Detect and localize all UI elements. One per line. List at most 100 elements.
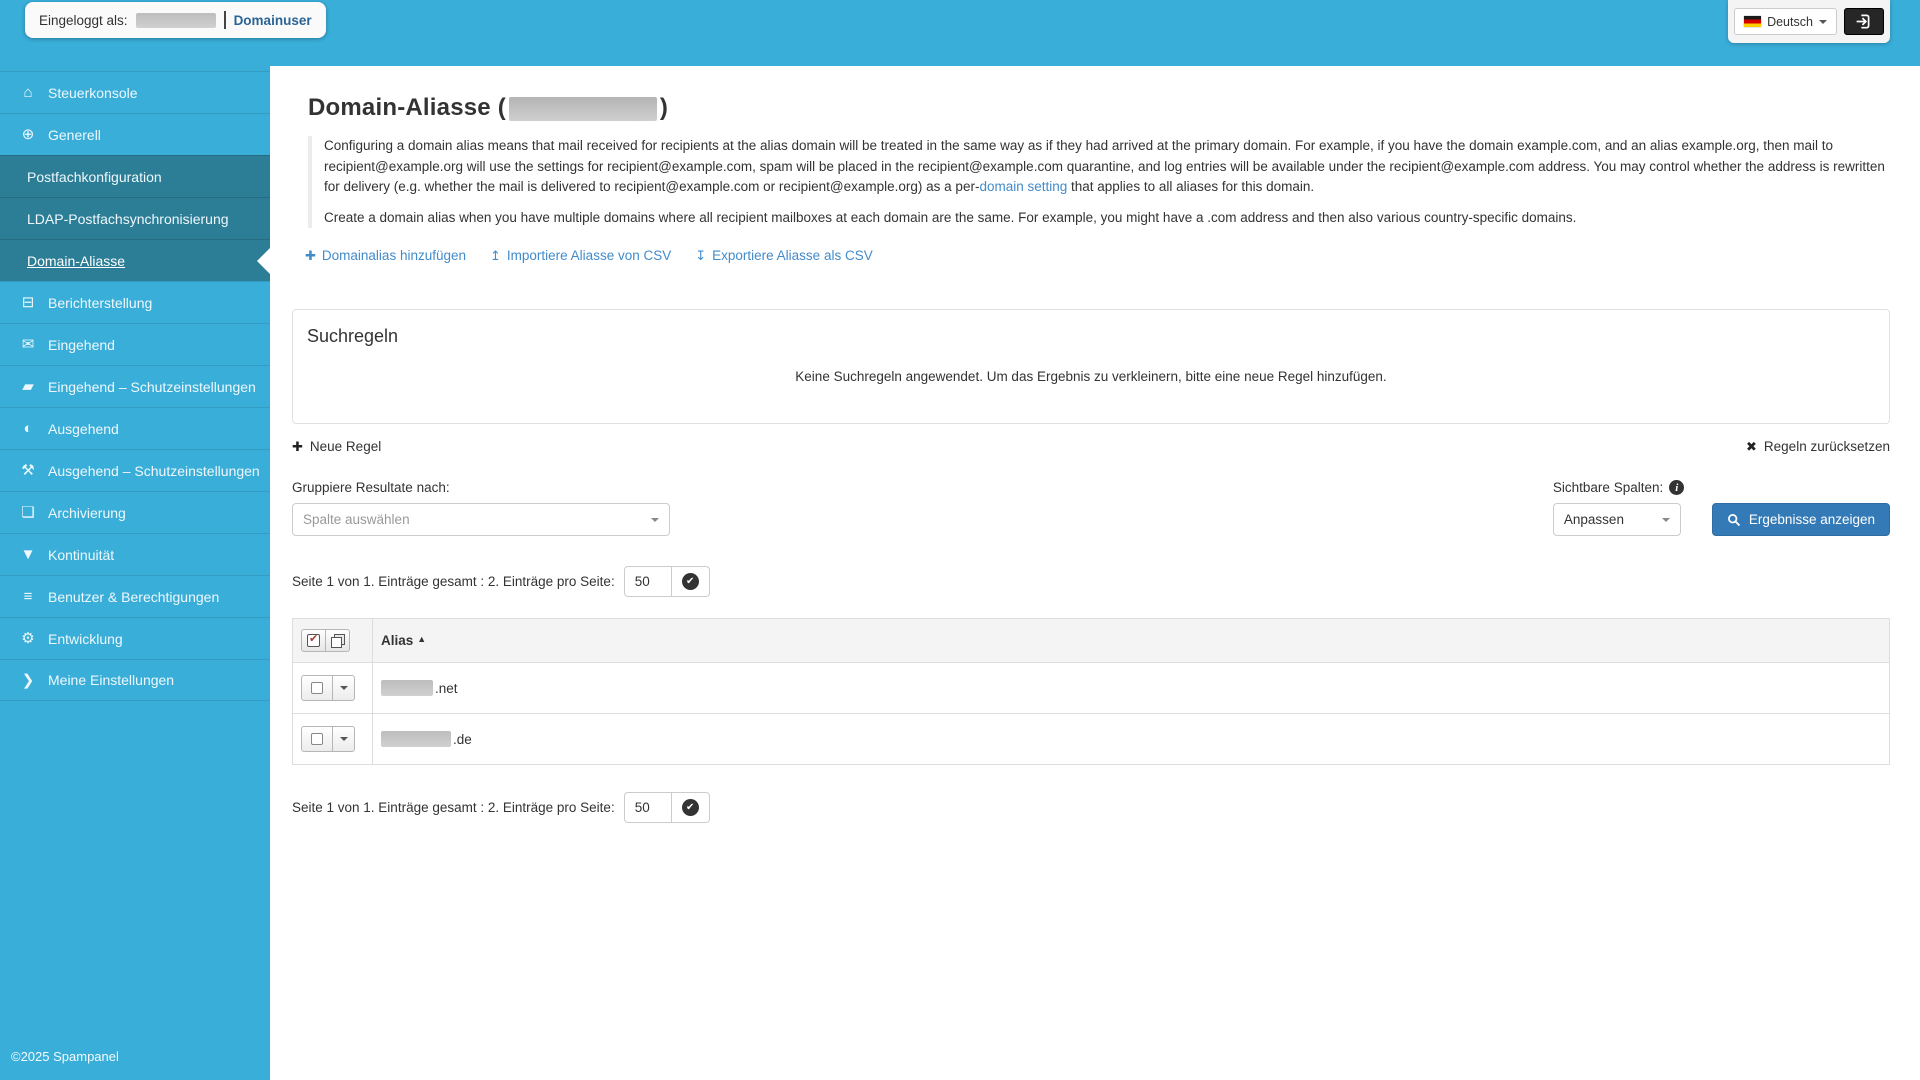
apply-page-size-button[interactable] xyxy=(671,566,710,597)
sidebar-item-label: Meine Einstellungen xyxy=(48,672,175,688)
row-actions-dropdown[interactable] xyxy=(332,726,355,752)
sidebar-item-label: Archivierung xyxy=(48,504,126,521)
gear-icon: ⚙ xyxy=(21,630,35,647)
sidebar-item-benutzer-berechtigungen[interactable]: ≡ Benutzer & Berechtigungen xyxy=(0,575,270,617)
column-header-alias[interactable]: Alias ▲ xyxy=(372,618,1890,663)
logout-button[interactable] xyxy=(1843,8,1884,35)
pagination-bottom: Seite 1 von 1. Einträge gesamt : 2. Eint… xyxy=(292,792,1890,823)
page-title-suffix: ) xyxy=(659,94,669,121)
sidebar-item-label: Ausgehend – Schutzeinstellungen xyxy=(48,462,260,479)
table-row: .net xyxy=(292,662,1890,714)
sidebar-item-steuerkonsole[interactable]: ⌂ Steuerkonsole xyxy=(0,71,270,113)
select-all-icon xyxy=(307,632,320,647)
caret-down-icon xyxy=(1818,19,1827,24)
importiere-aliasse-von-csv-link[interactable]: ↥ Importiere Aliasse von CSV xyxy=(490,248,671,263)
caret-down-icon xyxy=(1661,517,1670,522)
file-icon: ❏ xyxy=(21,504,35,521)
wrench-icon: ⚒ xyxy=(21,462,35,479)
table-header-row: Alias▲ xyxy=(292,618,1890,663)
chevron-right-icon: ❯ xyxy=(21,671,35,689)
sidebar-item-postfachkonfiguration[interactable]: Postfachkonfiguration xyxy=(0,155,270,197)
list-icon: ≡ xyxy=(23,588,33,605)
sidebar-item-label: Benutzer & Berechtigungen xyxy=(48,588,220,605)
sidebar-item-ausgehend-schutzeinstellungen[interactable]: ⚒ Ausgehend – Schutzeinstellungen xyxy=(0,449,270,491)
info-icon[interactable]: i xyxy=(1669,480,1685,495)
page-size-input[interactable] xyxy=(623,566,672,597)
pagination-top: Seite 1 von 1. Einträge gesamt : 2. Eint… xyxy=(292,566,1890,597)
group-by-label: Gruppiere Resultate nach: xyxy=(292,480,450,495)
table-row: .de xyxy=(292,713,1890,765)
sidebar: ⌂ Steuerkonsole ⊕ Generell Postfachkonfigura… xyxy=(0,66,270,1080)
sidebar-item-label: Kontinuität xyxy=(48,546,115,563)
sidebar-item-archivierung[interactable]: ❏ Archivierung xyxy=(0,491,270,533)
copy-selection-icon xyxy=(330,633,345,648)
checkbox-icon xyxy=(311,682,323,694)
sidebar-item-label: LDAP-Postfachsynchronisierung xyxy=(27,210,229,227)
show-results-button[interactable]: Ergebnisse anzeigen xyxy=(1711,503,1890,536)
inbox-icon: ⊟ xyxy=(21,294,35,311)
copyright-text: ©2025 Spampanel xyxy=(11,1049,119,1064)
search-icon xyxy=(1727,513,1741,526)
main-content: Domain-Aliasse () Configuring a domain a… xyxy=(270,66,1920,1080)
masked-domain xyxy=(508,96,657,121)
active-item-marker xyxy=(257,247,270,274)
group-by-select[interactable]: Spalte auswählen xyxy=(292,503,670,536)
envelope-icon: ✉ xyxy=(21,336,35,353)
check-circle-icon xyxy=(681,799,699,816)
row-checkbox-button[interactable] xyxy=(301,726,333,752)
sidebar-item-label: Postfachkonfiguration xyxy=(27,168,162,185)
sidebar-item-generell[interactable]: ⊕ Generell xyxy=(0,113,270,155)
reset-rules-button[interactable]: ✖ Regeln zurücksetzen xyxy=(1746,439,1890,454)
sidebar-item-meine-einstellungen[interactable]: ❯ Meine Einstellungen xyxy=(0,659,270,701)
sidebar-item-label: Generell xyxy=(48,126,101,143)
divider xyxy=(223,11,226,29)
page-size-input[interactable] xyxy=(623,792,672,823)
sidebar-item-eingehend-schutzeinstellungen[interactable]: ▰ Eingehend – Schutzeinstellungen xyxy=(0,365,270,407)
masked-username xyxy=(135,12,216,28)
search-rules-panel: Suchregeln Keine Suchregeln angewendet. … xyxy=(292,309,1890,424)
alias-suffix: .net xyxy=(435,680,458,696)
sidebar-item-label: Entwicklung xyxy=(48,630,123,647)
new-rule-button[interactable]: ✚ Neue Regel xyxy=(292,439,381,454)
pagination-text: Seite 1 von 1. Einträge gesamt : 2. Eint… xyxy=(292,800,615,815)
sidebar-item-ldap-postfachsynchronisierung[interactable]: LDAP-Postfachsynchronisierung xyxy=(0,197,270,239)
customize-columns-select[interactable]: Anpassen xyxy=(1552,503,1681,536)
download-icon: ↧ xyxy=(695,248,707,263)
alias-suffix: .de xyxy=(453,731,472,747)
deselect-all-button[interactable] xyxy=(325,629,350,652)
caret-down-icon xyxy=(339,737,348,741)
alias-table: Alias▲ .net .de xyxy=(292,618,1890,765)
german-flag-icon xyxy=(1744,16,1762,27)
folder-open-icon: ▰ xyxy=(22,378,34,395)
masked-alias xyxy=(381,680,433,697)
domainalias-hinzuf-gen-link[interactable]: ✚ Domainalias hinzufügen xyxy=(305,248,466,263)
language-selector[interactable]: Deutsch xyxy=(1734,8,1837,35)
x-icon: ✖ xyxy=(1746,439,1757,454)
plus-icon: ✚ xyxy=(305,248,316,263)
row-actions-dropdown[interactable] xyxy=(332,675,355,701)
home-icon: ⌂ xyxy=(23,84,33,101)
intro-text: Configuring a domain alias means that ma… xyxy=(308,136,1890,228)
domain-setting-link[interactable]: domain setting xyxy=(979,179,1067,194)
sidebar-item-entwicklung[interactable]: ⚙ Entwicklung xyxy=(0,617,270,659)
logged-in-label: Eingeloggt als: xyxy=(39,12,128,28)
sidebar-item-eingehend[interactable]: ✉ Eingehend xyxy=(0,323,270,365)
row-checkbox-button[interactable] xyxy=(301,675,333,701)
select-all-button[interactable] xyxy=(301,629,326,652)
sidebar-item-domain-aliasse[interactable]: Domain-Aliasse xyxy=(0,239,270,281)
check-circle-icon xyxy=(681,573,699,590)
masked-alias xyxy=(381,731,451,748)
sidebar-item-berichterstellung[interactable]: ⊟ Berichterstellung xyxy=(0,281,270,323)
sidebar-item-kontinuit-t[interactable]: ▼ Kontinuität xyxy=(0,533,270,575)
page-title: Domain-Aliasse () xyxy=(308,94,1890,122)
exportiere-aliasse-als-csv-link[interactable]: ↧ Exportiere Aliasse als CSV xyxy=(695,248,872,263)
group-by-placeholder: Spalte auswählen xyxy=(303,512,410,527)
logout-icon xyxy=(1857,14,1870,29)
pagination-text: Seite 1 von 1. Einträge gesamt : 2. Eint… xyxy=(292,574,615,589)
plus-icon: ✚ xyxy=(292,439,303,454)
sidebar-item-label: Domain-Aliasse xyxy=(27,252,126,269)
visible-columns-control: Sichtbare Spalten: i Anpassen Ergebnisse… xyxy=(1552,480,1890,536)
sidebar-item-label: Ausgehend xyxy=(48,420,119,437)
apply-page-size-button[interactable] xyxy=(671,792,710,823)
sidebar-item-ausgehend[interactable]: ◐ Ausgehend xyxy=(0,407,270,449)
